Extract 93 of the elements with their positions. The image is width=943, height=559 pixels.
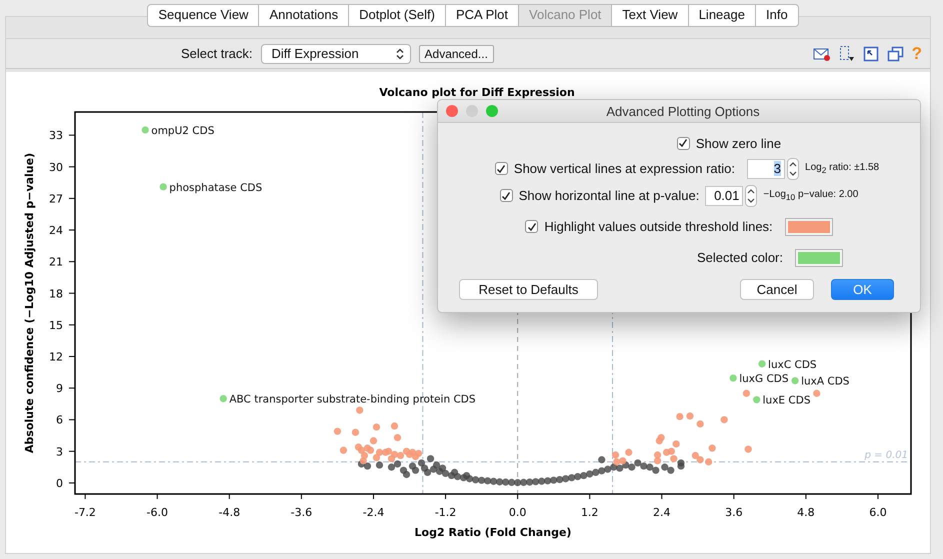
- data-point: [676, 412, 684, 420]
- spinner-note: Log$_{2}$ ratio: ±1.58: [805, 162, 880, 175]
- point-label: phosphatase CDS: [169, 182, 262, 194]
- color-swatch[interactable]: [795, 248, 843, 266]
- checkbox[interactable]: [500, 189, 513, 202]
- tick-label: 33: [49, 129, 63, 142]
- number-field[interactable]: 3: [747, 158, 786, 178]
- tick-label: 30: [49, 160, 63, 174]
- tick-label: 12: [49, 350, 63, 364]
- option-label: Highlight values outside threshold lines:: [544, 219, 773, 234]
- tick-label: -3.6: [290, 506, 312, 519]
- point-label: luxC CDS: [768, 358, 817, 371]
- tick-label: 0: [56, 476, 63, 490]
- data-point: [730, 374, 737, 382]
- stepper-icon[interactable]: [745, 184, 758, 206]
- tick-label: 15: [49, 318, 63, 332]
- data-point: [720, 416, 728, 424]
- tab[interactable]: Text View: [612, 4, 689, 27]
- data-point: [753, 396, 760, 404]
- tab[interactable]: Info: [756, 4, 799, 27]
- updown-icon: [396, 48, 404, 60]
- selection-icon[interactable]: [838, 44, 855, 62]
- tick-label: -7.2: [74, 506, 96, 519]
- tick-label: -4.8: [218, 506, 240, 519]
- tick-label: 3.6: [725, 506, 743, 519]
- tick-label: 1.2: [580, 506, 598, 519]
- tick-label: 3: [56, 445, 63, 458]
- data-point: [356, 406, 364, 414]
- tick-label: -6.0: [146, 506, 168, 519]
- data-point: [390, 422, 398, 430]
- window-icon[interactable]: [862, 46, 879, 62]
- point-label: luxG CDS: [739, 373, 789, 386]
- option-label: Show horizontal line at p-value:: [518, 188, 700, 203]
- data-point: [352, 428, 360, 436]
- tick-label: 27: [49, 192, 63, 206]
- data-point: [160, 183, 167, 190]
- option-label: Show zero line: [696, 136, 782, 150]
- point-label: ABC transporter substrate-binding protein CDS: [229, 394, 476, 406]
- tick-label: 6.0: [869, 506, 887, 519]
- data-point: [758, 360, 766, 368]
- tick-label: 18: [49, 287, 63, 300]
- data-point: [394, 434, 402, 442]
- checkbox[interactable]: [525, 220, 538, 233]
- tick-label: -1.2: [434, 506, 456, 519]
- option-label: Show vertical lines at expression ratio:: [514, 161, 736, 176]
- tab[interactable]: Dotplot (Self): [349, 4, 446, 27]
- data-point: [142, 126, 149, 134]
- tick-label: 9: [56, 382, 63, 396]
- threshold-label: p = 0.01: [864, 450, 908, 461]
- dialog-button[interactable]: Reset to Defaults: [459, 279, 598, 300]
- data-point: [372, 423, 380, 431]
- number-field[interactable]: 0.01: [705, 186, 744, 206]
- checkbox[interactable]: [494, 162, 508, 175]
- tick-label: 4.8: [797, 506, 815, 519]
- data-point: [686, 412, 694, 420]
- tick-label: 0.0: [508, 506, 526, 519]
- point-label: ompU2 CDS: [151, 124, 214, 137]
- tab[interactable]: Annotations: [259, 4, 350, 27]
- point-label: luxA CDS: [801, 376, 850, 388]
- envelope-icon[interactable]: [812, 46, 831, 62]
- data-point: [792, 377, 799, 384]
- color-swatch[interactable]: [784, 218, 833, 236]
- tab[interactable]: Sequence View: [147, 4, 260, 27]
- tick-label: 6: [56, 414, 63, 427]
- chart-title: Volcano plot for Diff Expression: [379, 86, 575, 99]
- track-select[interactable]: Diff Expression: [260, 44, 411, 64]
- tab[interactable]: Lineage: [688, 4, 756, 27]
- data-point: [744, 446, 752, 453]
- stepper-icon[interactable]: [787, 158, 800, 180]
- advanced-button[interactable]: Advanced...: [418, 44, 494, 62]
- data-point: [334, 428, 342, 435]
- tick-label: 2.4: [653, 506, 670, 519]
- data-point: [696, 420, 704, 428]
- data-point: [708, 444, 716, 452]
- point-label: luxE CDS: [762, 394, 810, 407]
- data-point: [220, 395, 227, 402]
- tick-label: 21: [49, 256, 63, 269]
- data-point: [742, 390, 750, 397]
- tick-label: -2.4: [362, 506, 384, 519]
- dialog-button[interactable]: Cancel: [740, 279, 814, 300]
- data-point: [340, 446, 348, 454]
- data-point: [813, 390, 820, 397]
- spinner-note: −Log$_{10}$ p−value: 2.00: [763, 189, 858, 202]
- track-label: Select track:: [181, 46, 253, 61]
- data-point: [598, 456, 606, 464]
- tab[interactable]: PCA Plot: [446, 4, 520, 27]
- tick-label: 24: [49, 224, 63, 238]
- dialog-title: Advanced Plotting Options: [606, 104, 760, 118]
- x-axis-title: Log2 Ratio (Fold Change): [414, 526, 572, 539]
- windows-icon[interactable]: [886, 46, 904, 62]
- y-axis-title: Absolute confidence (−Log10 Adjusted p−value): [23, 152, 36, 454]
- option-label: Selected color:: [697, 250, 783, 265]
- checkbox[interactable]: [676, 136, 690, 150]
